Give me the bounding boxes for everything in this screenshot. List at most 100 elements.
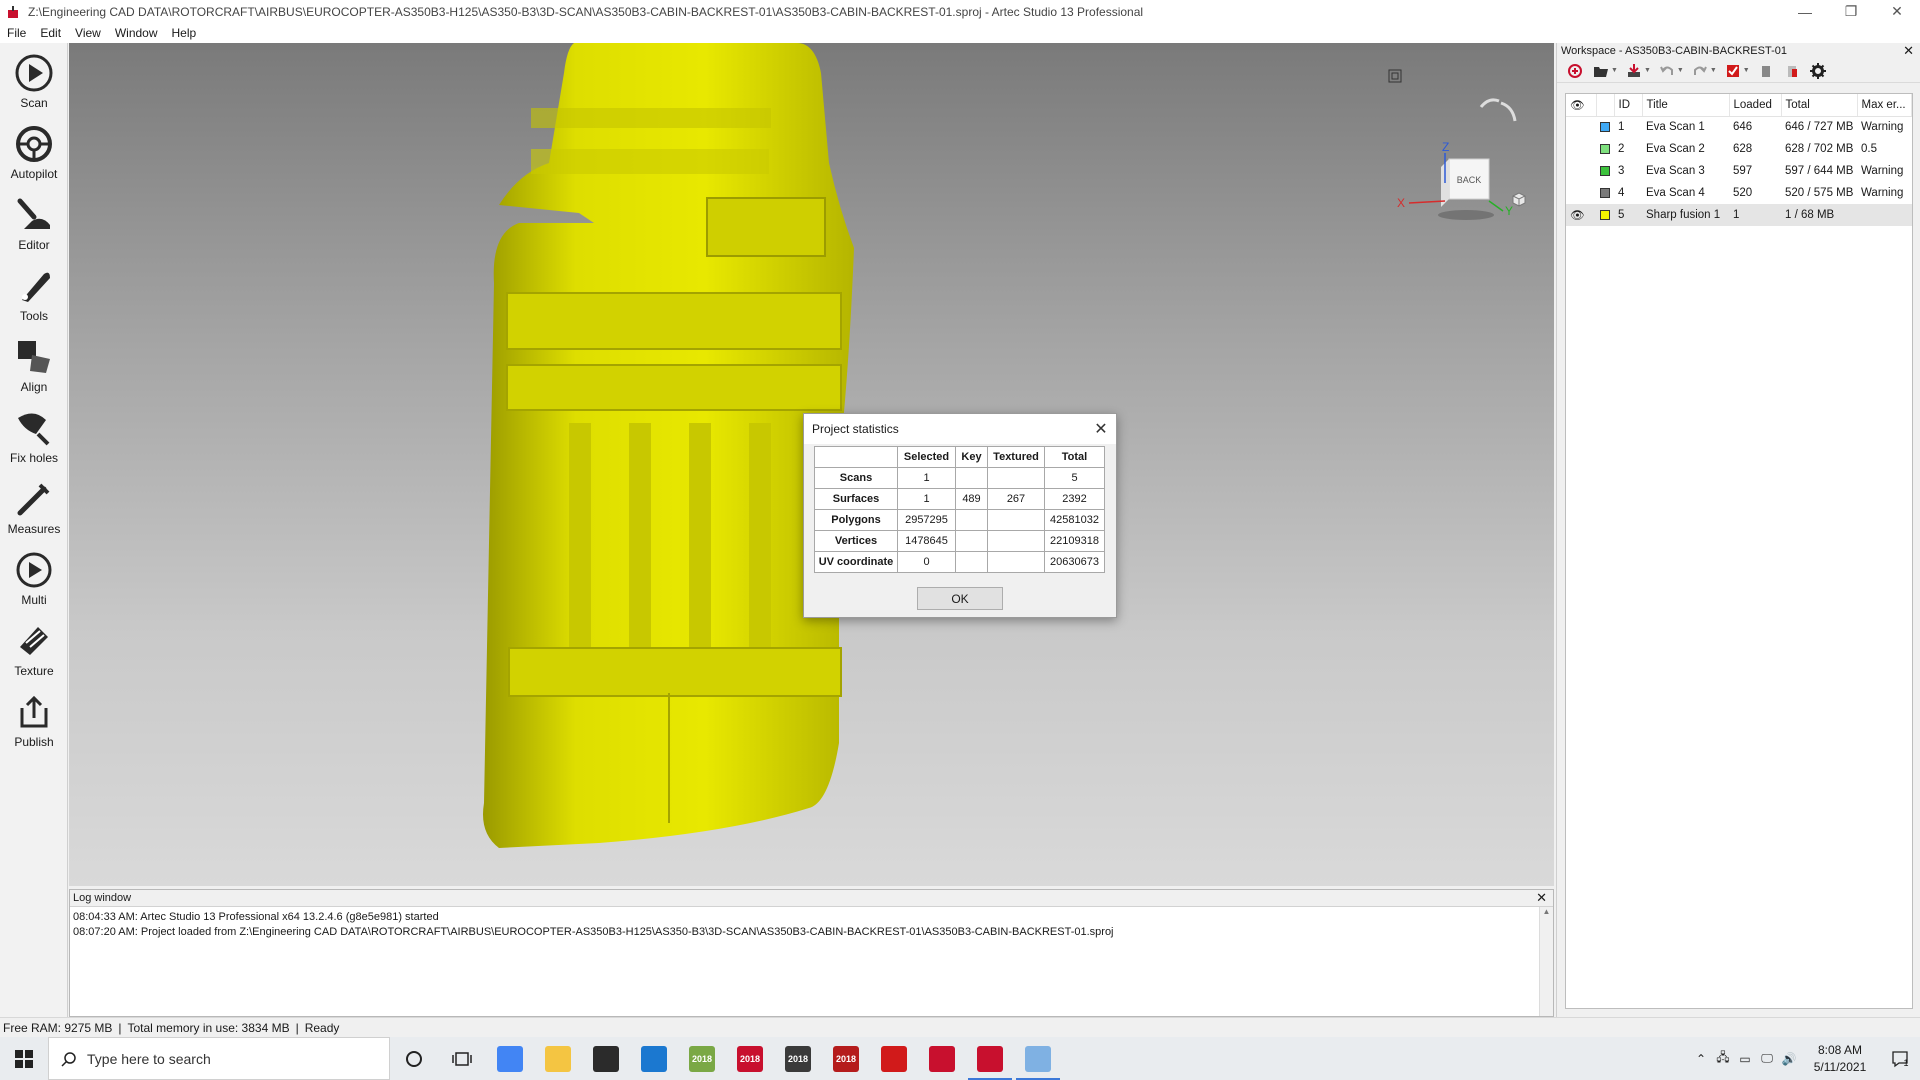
menu-edit[interactable]: Edit: [33, 26, 68, 40]
header-key: Key: [955, 446, 988, 468]
windows-taskbar: Type here to search 2018 2018 2018 2018 …: [0, 1037, 1920, 1080]
delete-button[interactable]: [1756, 62, 1776, 80]
tool-tools[interactable]: Tools: [0, 256, 68, 327]
texture-icon: [20, 627, 48, 655]
cell-total: 628 / 702 MB: [1785, 143, 1854, 155]
chevron-down-icon[interactable]: ▼: [1677, 67, 1684, 74]
menu-file[interactable]: File: [0, 26, 33, 40]
taskbar-app[interactable]: [486, 1037, 534, 1080]
taskbar-app[interactable]: 2018: [678, 1037, 726, 1080]
workspace-close-icon[interactable]: ✕: [1903, 43, 1914, 59]
tool-fix-holes[interactable]: Fix holes: [0, 398, 68, 469]
autopilot-icon: [16, 126, 52, 162]
ready-status: Ready: [304, 1020, 340, 1035]
new-project-button[interactable]: [1565, 62, 1585, 80]
import-button[interactable]: [1624, 62, 1644, 80]
table-row[interactable]: 2 Eva Scan 2 628 628 / 702 MB 0.5: [1566, 138, 1912, 160]
taskbar-app[interactable]: 2018: [774, 1037, 822, 1080]
table-row[interactable]: 3 Eva Scan 3 597 597 / 644 MB Warning: [1566, 160, 1912, 182]
ok-button[interactable]: OK: [917, 587, 1003, 610]
taskbar-search-box[interactable]: Type here to search: [48, 1037, 390, 1080]
taskbar-app[interactable]: [918, 1037, 966, 1080]
column-total[interactable]: Total: [1781, 94, 1858, 117]
visibility-toggle[interactable]: [1566, 182, 1596, 204]
chevron-down-icon[interactable]: ▼: [1644, 67, 1651, 74]
chevron-down-icon[interactable]: ▼: [1743, 67, 1750, 74]
log-body: 08:04:33 AM: Artec Studio 13 Professiona…: [70, 907, 1553, 943]
tool-measures[interactable]: Measures: [0, 469, 68, 540]
minimize-button[interactable]: —: [1782, 0, 1828, 23]
artec-icon-2: [977, 1045, 1003, 1072]
monitor-icon[interactable]: 🖵: [1756, 1037, 1778, 1080]
battery-icon[interactable]: ▭: [1734, 1037, 1756, 1080]
taskbar-app[interactable]: [582, 1037, 630, 1080]
tool-align[interactable]: Align: [0, 327, 68, 398]
cell-max-error: Warning: [1861, 121, 1904, 134]
restore-button[interactable]: ❐: [1828, 0, 1874, 23]
settings-button[interactable]: [1808, 62, 1828, 80]
task-view-button[interactable]: [438, 1037, 486, 1080]
column-title[interactable]: Title: [1642, 94, 1730, 117]
visibility-toggle[interactable]: [1566, 138, 1596, 160]
column-max-error[interactable]: Max er...: [1857, 94, 1912, 117]
dialog-close-icon[interactable]: ✕: [1092, 420, 1110, 438]
taskbar-clock[interactable]: 8:08 AM 5/11/2021: [1800, 1042, 1880, 1076]
tool-editor[interactable]: Editor: [0, 185, 68, 256]
chevron-up-icon[interactable]: ⌃: [1690, 1037, 1712, 1080]
close-window-button[interactable]: ✕: [1874, 0, 1920, 23]
table-row[interactable]: 4 Eva Scan 4 520 520 / 575 MB Warning: [1566, 182, 1912, 204]
open-button[interactable]: [1591, 62, 1611, 80]
cortana-button[interactable]: [390, 1037, 438, 1080]
taskbar-app[interactable]: [630, 1037, 678, 1080]
menu-bar: File Edit View Window Help: [0, 23, 1920, 43]
chevron-down-icon[interactable]: ▼: [1710, 67, 1717, 74]
table-row[interactable]: 1 Eva Scan 1 646 646 / 727 MB Warning: [1566, 116, 1912, 138]
scroll-up-icon[interactable]: ▲: [1540, 907, 1553, 916]
tool-scan[interactable]: Scan: [0, 43, 68, 114]
color-swatch[interactable]: [1600, 209, 1610, 220]
menu-view[interactable]: View: [68, 26, 108, 40]
taskbar-app[interactable]: 2018: [726, 1037, 774, 1080]
menu-help[interactable]: Help: [165, 26, 204, 40]
chevron-down-icon[interactable]: ▼: [1611, 67, 1618, 74]
start-button[interactable]: [0, 1037, 48, 1080]
workspace-table: 👁 ID Title Loaded Total Max er... 1 Eva …: [1566, 94, 1912, 226]
redo-button[interactable]: [1690, 62, 1710, 80]
volume-icon[interactable]: 🔊: [1778, 1037, 1800, 1080]
column-id[interactable]: ID: [1614, 94, 1643, 117]
taskbar-app[interactable]: [534, 1037, 582, 1080]
axis-x-label: X: [1397, 196, 1405, 210]
cell-loaded: 1: [1729, 204, 1781, 226]
import-icon: [1627, 63, 1640, 77]
visibility-toggle[interactable]: 👁: [1566, 204, 1596, 226]
taskbar-app-active[interactable]: [1014, 1037, 1062, 1080]
undo-button[interactable]: [1657, 62, 1677, 80]
app-2018-dark-icon: 2018: [785, 1045, 811, 1072]
tool-texture[interactable]: Texture: [0, 611, 68, 682]
view-cube-small-icon[interactable]: [1510, 190, 1528, 208]
table-row-selected[interactable]: 👁 5 Sharp fusion 1 1 1 / 68 MB: [1566, 204, 1912, 226]
network-icon[interactable]: 🖧: [1712, 1037, 1734, 1080]
color-swatch[interactable]: [1600, 165, 1610, 176]
taskbar-app[interactable]: 2018: [822, 1037, 870, 1080]
notification-center-button[interactable]: 1: [1880, 1037, 1920, 1080]
visibility-toggle[interactable]: [1566, 160, 1596, 182]
taskbar-app-active[interactable]: [966, 1037, 1014, 1080]
select-button[interactable]: [1723, 62, 1743, 80]
tool-autopilot[interactable]: Autopilot: [0, 114, 68, 185]
menu-window[interactable]: Window: [108, 26, 165, 40]
visibility-column-header[interactable]: 👁: [1566, 94, 1597, 117]
visibility-toggle[interactable]: [1566, 116, 1596, 138]
recycle-button[interactable]: [1782, 62, 1802, 80]
log-close-icon[interactable]: ✕: [1536, 890, 1547, 906]
color-swatch[interactable]: [1600, 122, 1610, 133]
taskbar-app[interactable]: [870, 1037, 918, 1080]
tool-editor-label: Editor: [18, 238, 50, 252]
color-swatch[interactable]: [1600, 187, 1610, 198]
column-loaded[interactable]: Loaded: [1729, 94, 1782, 117]
tool-multi[interactable]: Multi: [0, 540, 68, 611]
tool-publish[interactable]: Publish: [0, 682, 68, 753]
log-scrollbar[interactable]: ▲: [1539, 907, 1553, 1016]
header-empty: [814, 446, 898, 468]
color-swatch[interactable]: [1600, 143, 1610, 154]
